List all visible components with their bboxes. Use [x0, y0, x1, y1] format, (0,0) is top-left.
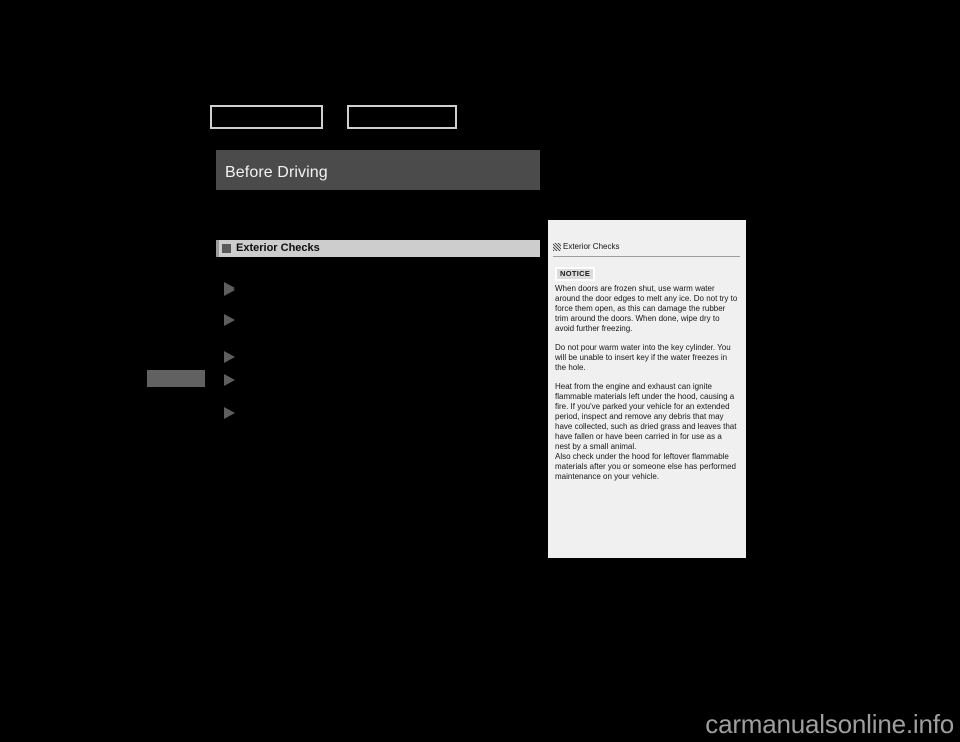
header-box-left[interactable]: [210, 105, 323, 129]
arrow-right-icon: [224, 407, 235, 419]
sidebar-header: Exterior Checks: [548, 220, 746, 254]
notice-paragraph: When doors are frozen shut, use warm wat…: [555, 283, 738, 333]
notice-paragraph: Heat from the engine and exhaust can ign…: [555, 381, 737, 451]
side-index-tab[interactable]: [147, 370, 205, 387]
watermark: carmanualsonline.info: [705, 708, 954, 739]
square-icon: [222, 244, 231, 253]
notice-sidebar: Exterior Checks NOTICE When doors are fr…: [548, 220, 746, 558]
sidebar-content: NOTICE When doors are frozen shut, use w…: [548, 257, 746, 482]
notice-paragraph: Also check under the hood for leftover f…: [555, 451, 736, 481]
page-title: Before Driving: [225, 164, 328, 181]
chapter-title-bar: Before Driving: [216, 150, 540, 190]
section-heading: Exterior Checks: [216, 240, 540, 257]
notice-badge: NOTICE: [555, 267, 596, 281]
notice-paragraph: Do not pour warm water into the key cyli…: [555, 342, 731, 372]
sidebar-header-label: Exterior Checks: [563, 242, 620, 251]
hatched-square-icon: [553, 243, 561, 251]
arrow-right-icon: [224, 374, 235, 386]
arrow-right-icon: [224, 284, 235, 296]
arrow-right-icon: [224, 314, 235, 326]
section-heading-label: Exterior Checks: [236, 242, 320, 254]
arrow-right-icon: [224, 351, 235, 363]
header-box-right[interactable]: [347, 105, 457, 129]
manual-page: Before Driving Exterior Checks Exterior …: [0, 0, 960, 742]
